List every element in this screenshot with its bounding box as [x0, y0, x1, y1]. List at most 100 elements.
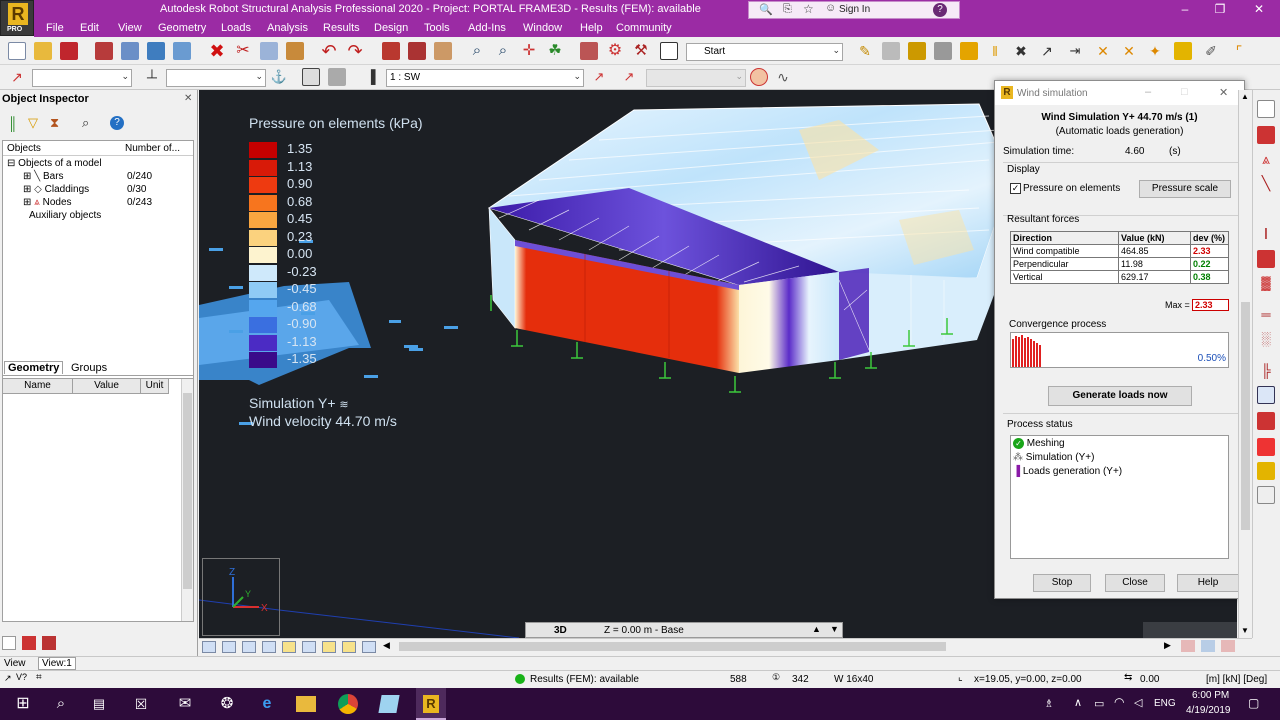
robot-taskbar-icon[interactable]: R: [416, 688, 446, 720]
menu-tools[interactable]: Tools: [424, 22, 450, 34]
load-case-select[interactable]: 1 : SW ⌄: [386, 69, 584, 87]
close-button[interactable]: Close: [1105, 574, 1165, 592]
menu-window[interactable]: Window: [523, 22, 562, 34]
results-icon[interactable]: [750, 68, 768, 86]
redo-icon[interactable]: ↷: [346, 42, 364, 60]
delete-icon[interactable]: ✖: [208, 42, 226, 60]
section-icon[interactable]: I: [1257, 226, 1275, 244]
tree-item-nodes[interactable]: ⊞ ⩓ Nodes: [23, 197, 72, 208]
search-icon[interactable]: 🔍: [759, 3, 773, 16]
tree-item-model[interactable]: ⊟ Objects of a model: [7, 158, 102, 169]
menu-design[interactable]: Design: [374, 22, 408, 34]
gear-icon[interactable]: ⚙: [606, 42, 624, 60]
task-view-icon[interactable]: ▤: [88, 693, 110, 715]
extrude-icon[interactable]: [1257, 486, 1275, 504]
view-tool-icon[interactable]: [322, 641, 336, 653]
menu-help[interactable]: Help: [580, 22, 603, 34]
view-tool-icon[interactable]: [242, 641, 256, 653]
calculator-icon[interactable]: [382, 42, 400, 60]
slab-icon[interactable]: [1257, 438, 1275, 456]
view-tool-icon[interactable]: [362, 641, 376, 653]
grid-icon[interactable]: [1257, 386, 1275, 404]
units[interactable]: [m] [kN] [Deg]: [1206, 674, 1267, 685]
bars-select[interactable]: ⌄: [32, 69, 132, 87]
scroll-right-icon[interactable]: ▶: [1164, 640, 1171, 651]
wifi-icon[interactable]: ◠: [1114, 695, 1124, 709]
menu-view[interactable]: View: [118, 22, 142, 34]
tray-chevron-icon[interactable]: ∧: [1074, 696, 1082, 709]
menu-edit[interactable]: Edit: [80, 22, 99, 34]
node-tool-icon[interactable]: [1257, 126, 1275, 144]
bar-tool-icon[interactable]: ╲: [1257, 174, 1275, 192]
tab-geometry[interactable]: Geometry: [4, 361, 64, 374]
paste-icon[interactable]: [286, 42, 304, 60]
scroll-down-icon[interactable]: ▼: [1241, 626, 1249, 635]
level-up-icon[interactable]: ▲: [812, 624, 821, 634]
view-tool-icon[interactable]: [282, 641, 296, 653]
layout-select[interactable]: Start ⌄: [686, 43, 843, 61]
view-tab-view1[interactable]: View:1: [38, 657, 76, 670]
save-icon[interactable]: [60, 42, 78, 60]
new-icon[interactable]: [8, 42, 26, 60]
view-tab-view[interactable]: View: [4, 658, 26, 669]
structure-view-icon[interactable]: [580, 42, 598, 60]
scroll-up-icon[interactable]: ▲: [1241, 92, 1249, 101]
view-tool-icon[interactable]: [222, 641, 236, 653]
restore-icon[interactable]: ❐: [1205, 2, 1235, 16]
select-nodes-icon[interactable]: ┴: [143, 68, 161, 86]
pan-icon[interactable]: ✛: [520, 42, 538, 60]
status-tool-icon[interactable]: ↗: [4, 673, 12, 684]
clock-date[interactable]: 4/19/2019: [1186, 705, 1231, 716]
list-icon[interactable]: [2, 636, 16, 650]
undo-icon[interactable]: ↶: [320, 42, 338, 60]
tool-icon[interactable]: [22, 636, 36, 650]
layer-visibility-icon[interactable]: [1201, 640, 1215, 652]
notes-icon[interactable]: [378, 695, 400, 713]
menu-file[interactable]: File: [46, 22, 64, 34]
status-question-icon[interactable]: V?: [16, 672, 27, 682]
pressure-checkbox[interactable]: ✓: [1010, 183, 1021, 194]
select-icon[interactable]: [1257, 100, 1275, 118]
select-bars-icon[interactable]: ↗: [8, 68, 26, 86]
language-indicator[interactable]: ENG: [1154, 698, 1176, 709]
store-icon[interactable]: ☒: [130, 693, 152, 715]
extend-icon[interactable]: ↗: [1038, 42, 1056, 60]
menu-addins[interactable]: Add-Ins: [468, 22, 506, 34]
dialog-maximize-icon[interactable]: □: [1181, 86, 1188, 98]
sign-in-button[interactable]: Sign In: [839, 4, 870, 15]
truss-icon[interactable]: ░: [1257, 330, 1275, 348]
edit-icon[interactable]: ✐: [1202, 42, 1220, 60]
scroll-thumb[interactable]: [1241, 302, 1250, 530]
menu-loads[interactable]: Loads: [221, 22, 251, 34]
view-tool-icon[interactable]: [262, 641, 276, 653]
animation-icon[interactable]: ∿: [774, 68, 792, 86]
notification-icon[interactable]: ▢: [1248, 696, 1259, 710]
table-icon[interactable]: [42, 636, 56, 650]
props-scrollbar[interactable]: [181, 379, 193, 621]
break-icon[interactable]: ✦: [1146, 42, 1164, 60]
pressure-checkbox-label[interactable]: Pressure on elements: [1023, 183, 1120, 194]
dialog-close-icon[interactable]: ✕: [1219, 86, 1228, 99]
offset-icon[interactable]: ═: [1257, 306, 1275, 324]
level-down-icon[interactable]: ▼: [830, 624, 839, 634]
open-icon[interactable]: [34, 42, 52, 60]
display-icon[interactable]: [1221, 640, 1235, 652]
menu-analysis[interactable]: Analysis: [267, 22, 308, 34]
trim2-icon[interactable]: ✕: [1120, 42, 1138, 60]
tree-icon[interactable]: ☘: [546, 42, 564, 60]
search-icon[interactable]: ⌕: [82, 115, 89, 131]
app-icon[interactable]: ❂: [216, 693, 238, 715]
case-prev-icon[interactable]: ↗: [590, 68, 608, 86]
app-logo[interactable]: R PRO: [0, 0, 34, 36]
windows-start-icon[interactable]: ⊞: [12, 693, 34, 715]
case-next-icon[interactable]: ↗: [620, 68, 638, 86]
tree-item-auxiliary[interactable]: Auxiliary objects: [29, 210, 101, 221]
print-icon[interactable]: [95, 42, 113, 60]
close-icon[interactable]: ✕: [184, 93, 192, 104]
edge-icon[interactable]: e: [256, 693, 278, 715]
copy-icon[interactable]: [260, 42, 278, 60]
release-icon[interactable]: ▓: [1257, 274, 1275, 292]
material-icon[interactable]: [1257, 250, 1275, 268]
box-icon[interactable]: [1174, 42, 1192, 60]
view-mode[interactable]: 3D: [554, 625, 567, 636]
